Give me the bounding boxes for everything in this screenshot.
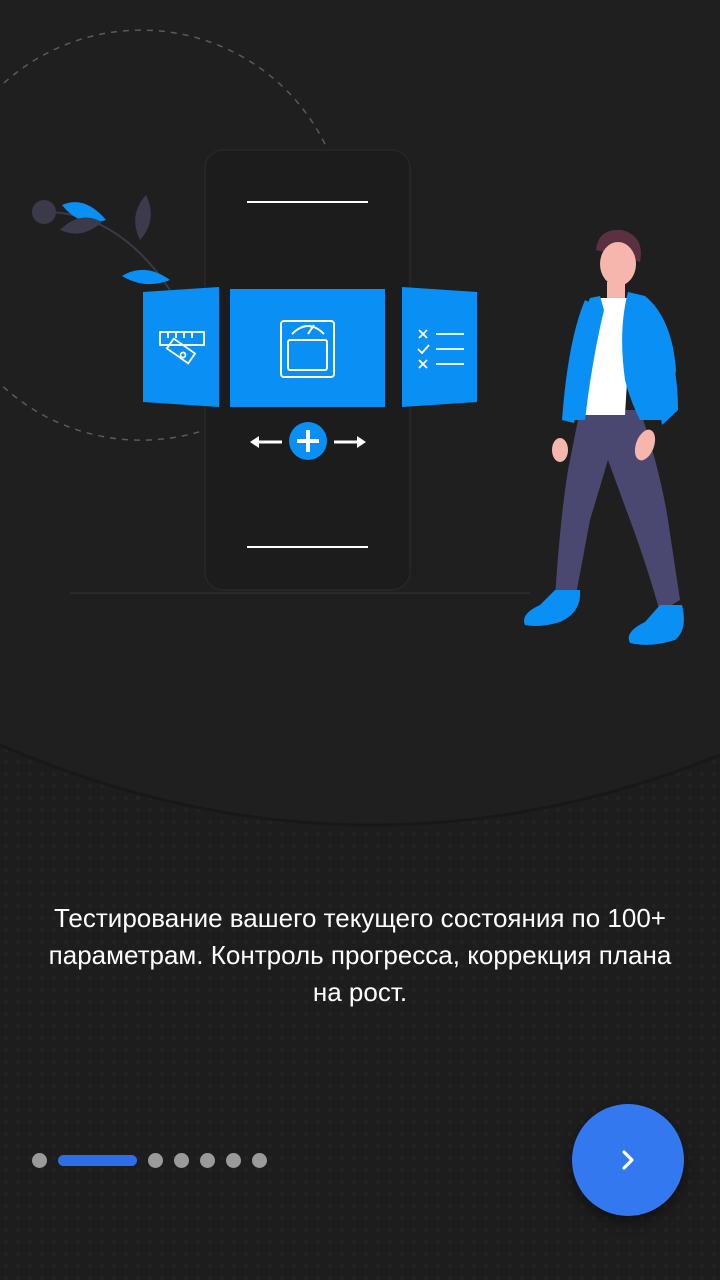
checklist-panel	[402, 287, 477, 407]
page-dot-1[interactable]	[32, 1152, 47, 1168]
chevron-right-icon	[622, 1150, 634, 1170]
onboarding-description: Тестирование вашего текущего состояния п…	[48, 903, 672, 1007]
page-dot-6[interactable]	[226, 1152, 241, 1168]
scale-panel	[230, 289, 385, 407]
next-button[interactable]	[572, 1104, 684, 1216]
plus-icon	[289, 422, 327, 460]
page-dot-2-active[interactable]	[58, 1154, 137, 1166]
page-dot-3[interactable]	[148, 1152, 163, 1168]
ruler-panel	[143, 287, 219, 407]
page-dot-4[interactable]	[174, 1152, 189, 1168]
onboarding-screen: Тестирование вашего текущего состояния п…	[0, 0, 720, 1280]
page-dot-7[interactable]	[252, 1152, 267, 1168]
person-figure	[524, 229, 684, 645]
page-indicator[interactable]	[32, 1152, 278, 1168]
leaf-branch	[32, 195, 171, 291]
onboarding-illustration	[0, 29, 684, 645]
page-dot-5[interactable]	[200, 1152, 215, 1168]
